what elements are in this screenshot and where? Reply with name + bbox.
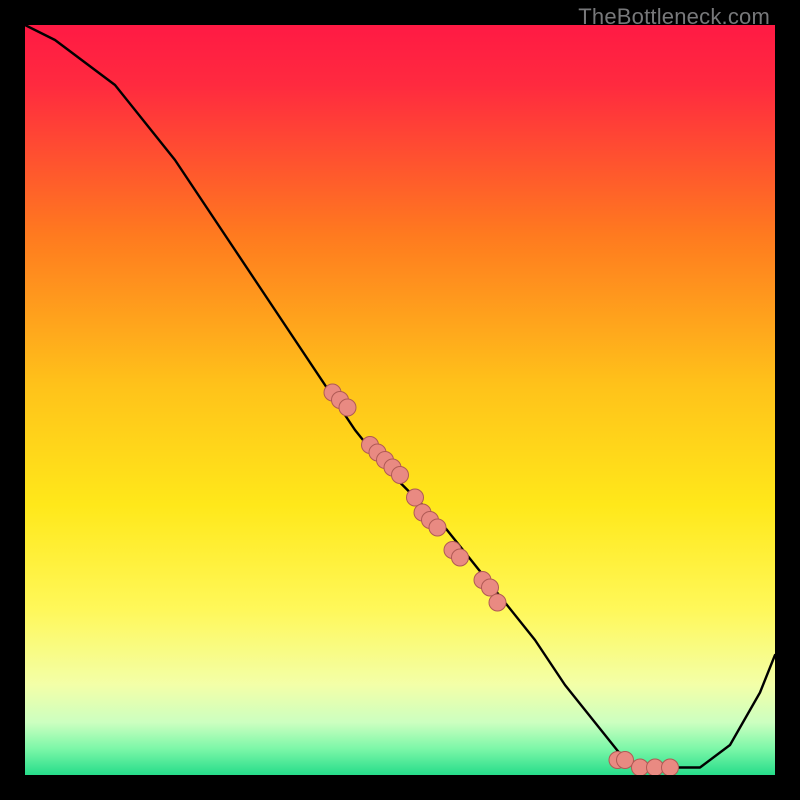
data-marker <box>339 399 356 416</box>
data-marker <box>452 549 469 566</box>
data-marker <box>617 752 634 769</box>
watermark-text: TheBottleneck.com <box>578 4 770 30</box>
bottleneck-chart <box>25 25 775 775</box>
data-marker <box>429 519 446 536</box>
data-marker <box>489 594 506 611</box>
data-marker <box>407 489 424 506</box>
data-marker <box>482 579 499 596</box>
data-marker <box>632 759 649 775</box>
data-marker <box>662 759 679 775</box>
data-marker <box>392 467 409 484</box>
data-marker <box>647 759 664 775</box>
gradient-background <box>25 25 775 775</box>
chart-frame <box>25 25 775 775</box>
